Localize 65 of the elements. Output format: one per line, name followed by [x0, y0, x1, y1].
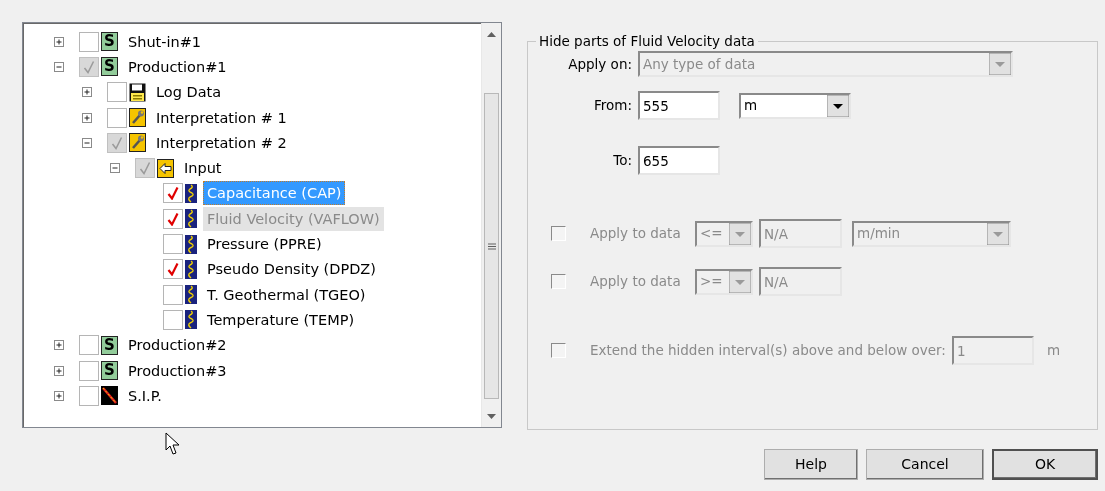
curve-icon — [185, 209, 197, 229]
collapse-icon[interactable] — [110, 163, 120, 174]
tree-checkbox[interactable] — [79, 385, 99, 406]
status-icon: S — [101, 57, 118, 77]
tree-item[interactable]: Production#3 — [124, 358, 231, 383]
tree-item[interactable]: S.I.P. — [124, 383, 166, 408]
dialog-button[interactable]: Cancel — [866, 449, 984, 480]
expand-icon[interactable] — [82, 112, 92, 123]
expand-icon[interactable] — [54, 36, 64, 47]
tree-checkbox[interactable] — [79, 335, 99, 356]
dialog-button[interactable]: OK — [992, 449, 1098, 480]
tree-checkbox[interactable] — [79, 360, 99, 381]
collapse-icon[interactable] — [54, 61, 64, 72]
tree-item[interactable]: Interpretation # 1 — [152, 105, 291, 130]
curve-icon — [185, 259, 197, 279]
tree-checkbox[interactable] — [163, 309, 183, 330]
field-label: To: — [612, 151, 632, 171]
tree-checkbox[interactable] — [163, 234, 183, 254]
tree-item[interactable]: Log Data — [152, 80, 226, 105]
wrench-icon — [129, 133, 146, 153]
filter-label: Apply to data — [590, 224, 682, 244]
unit-dropdown[interactable]: m — [739, 92, 851, 119]
field-label: From: — [593, 96, 632, 116]
tree-item[interactable]: Temperature (TEMP) — [203, 307, 359, 332]
tree-checkbox[interactable] — [107, 107, 127, 128]
from-field[interactable]: 555 — [638, 91, 720, 120]
grip-icon — [487, 242, 496, 250]
tree-item[interactable]: Shut-in#1 — [124, 29, 206, 54]
to-field[interactable]: 655 — [638, 146, 720, 175]
scrollbar[interactable] — [481, 23, 501, 427]
pointer-icon — [165, 432, 181, 456]
curve-icon — [185, 183, 197, 203]
scroll-thumb[interactable] — [484, 93, 499, 399]
tree-item[interactable]: T. Geothermal (TGEO) — [203, 282, 370, 307]
curve-icon — [185, 310, 197, 330]
tree-checkbox[interactable] — [79, 31, 99, 52]
dialog-button[interactable]: Help — [764, 449, 858, 480]
tree-item[interactable]: Input — [180, 156, 226, 181]
unit-label: m — [1047, 341, 1061, 361]
scroll-up-icon[interactable] — [487, 31, 496, 37]
expand-icon[interactable] — [54, 365, 64, 376]
group-title: Hide parts of Fluid Velocity data — [538, 33, 756, 49]
tree-item[interactable]: Production#1 — [124, 54, 231, 79]
caret-icon[interactable] — [827, 94, 849, 117]
field-label: Apply on: — [567, 54, 632, 74]
tree-item[interactable]: Production#2 — [124, 333, 231, 358]
expand-icon[interactable] — [54, 390, 64, 401]
line-icon — [101, 386, 118, 406]
tree-item[interactable]: Interpretation # 2 — [152, 130, 291, 155]
curve-icon — [185, 285, 197, 305]
collapse-icon[interactable] — [82, 137, 92, 148]
wrench-icon — [129, 108, 146, 128]
tree-checkbox[interactable] — [107, 82, 127, 103]
status-icon: S — [101, 335, 118, 355]
extend-label: Extend the hidden interval(s) above and below over: — [590, 341, 947, 361]
expand-icon[interactable] — [54, 340, 64, 351]
status-icon: S — [101, 361, 118, 380]
tree-checkbox[interactable] — [163, 284, 183, 305]
filter-label: Apply to data — [590, 272, 682, 292]
status-icon: S — [101, 32, 118, 52]
curve-icon — [185, 234, 197, 254]
tree-item[interactable]: Pseudo Density (DPDZ) — [203, 257, 380, 282]
expand-icon[interactable] — [82, 87, 92, 98]
tree-item[interactable]: Pressure (PPRE) — [203, 232, 326, 256]
scroll-down-icon[interactable] — [487, 413, 496, 419]
